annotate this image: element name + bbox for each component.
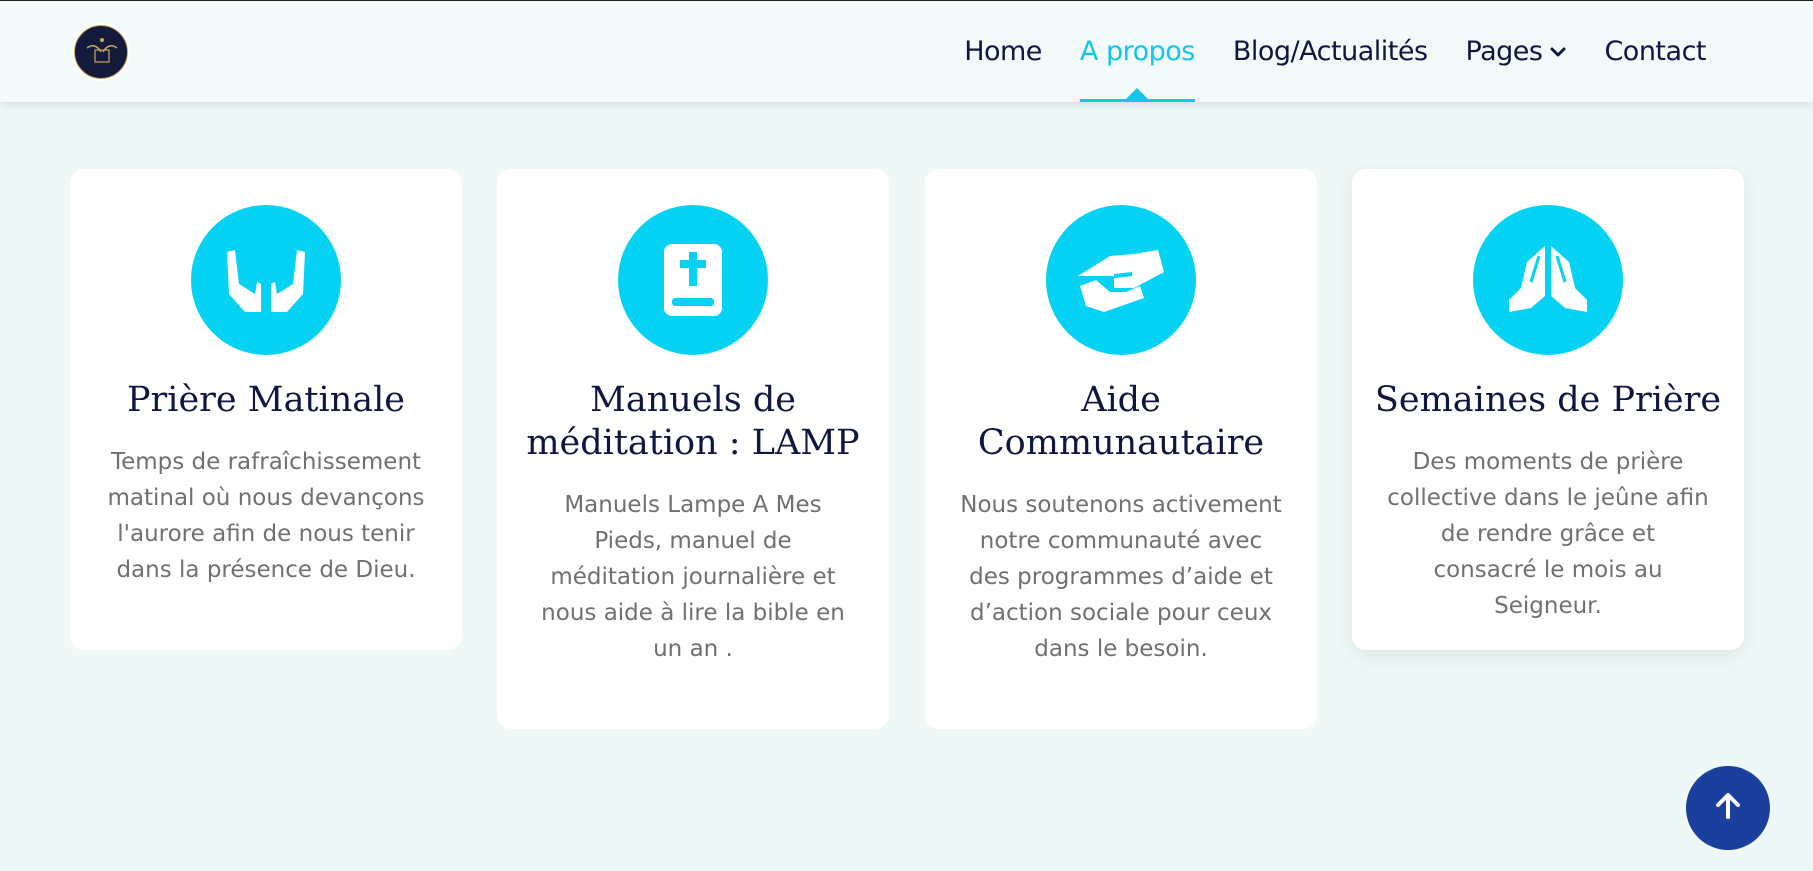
nav-pages-label: Pages xyxy=(1465,36,1543,67)
card-text: Manuels Lampe A Mes Pieds, manuel de méd… xyxy=(541,492,845,662)
card-text: Des moments de prière collective dans le… xyxy=(1387,449,1709,619)
nav-contact-label: Contact xyxy=(1604,36,1706,67)
nav-home[interactable]: Home xyxy=(964,1,1042,102)
nav-a-propos[interactable]: A propos xyxy=(1079,1,1195,102)
card-priere-matinale: Prière Matinale Temps de rafraîchissemen… xyxy=(70,169,462,650)
card-aide-communautaire: Aide Communautaire Nous soutenons active… xyxy=(925,169,1317,729)
scroll-to-top-button[interactable] xyxy=(1686,766,1770,850)
card-title: Prière Matinale xyxy=(126,380,406,420)
site-logo[interactable] xyxy=(72,23,130,81)
nav-contact[interactable]: Contact xyxy=(1604,1,1706,102)
arrow-up-icon xyxy=(1713,791,1743,826)
chevron-down-icon xyxy=(1550,46,1566,58)
card-title: Aide Communautaire xyxy=(977,380,1265,463)
card-text: Temps de rafraîchissement matinal où nou… xyxy=(107,449,425,583)
card-text: Nous soutenons activement notre communau… xyxy=(960,492,1282,662)
card-semaines-de-priere: Semaines de Prière Des moments de prière… xyxy=(1352,169,1744,650)
logo-emblem xyxy=(74,25,128,79)
main-nav: Home A propos Blog/Actualités Pages Cont… xyxy=(926,1,1706,102)
nav-a-propos-label: A propos xyxy=(1079,36,1195,67)
card-title: Semaines de Prière xyxy=(1374,380,1722,420)
active-caret xyxy=(1126,88,1149,99)
nav-home-label: Home xyxy=(964,36,1042,67)
bible-icon xyxy=(618,205,768,355)
card-manuels-lamp: Manuels de méditation : LAMP Manuels Lam… xyxy=(497,169,889,729)
card-title: Manuels de méditation : LAMP xyxy=(526,380,860,463)
site-header: Home A propos Blog/Actualités Pages Cont… xyxy=(0,1,1813,102)
nav-pages[interactable]: Pages xyxy=(1466,1,1567,102)
handshake-icon xyxy=(1046,205,1196,355)
open-hands-icon xyxy=(191,205,341,355)
active-underline xyxy=(1079,99,1195,102)
nav-blog[interactable]: Blog/Actualités xyxy=(1233,1,1428,102)
nav-blog-label: Blog/Actualités xyxy=(1232,36,1428,67)
praying-hands-icon xyxy=(1473,205,1623,355)
